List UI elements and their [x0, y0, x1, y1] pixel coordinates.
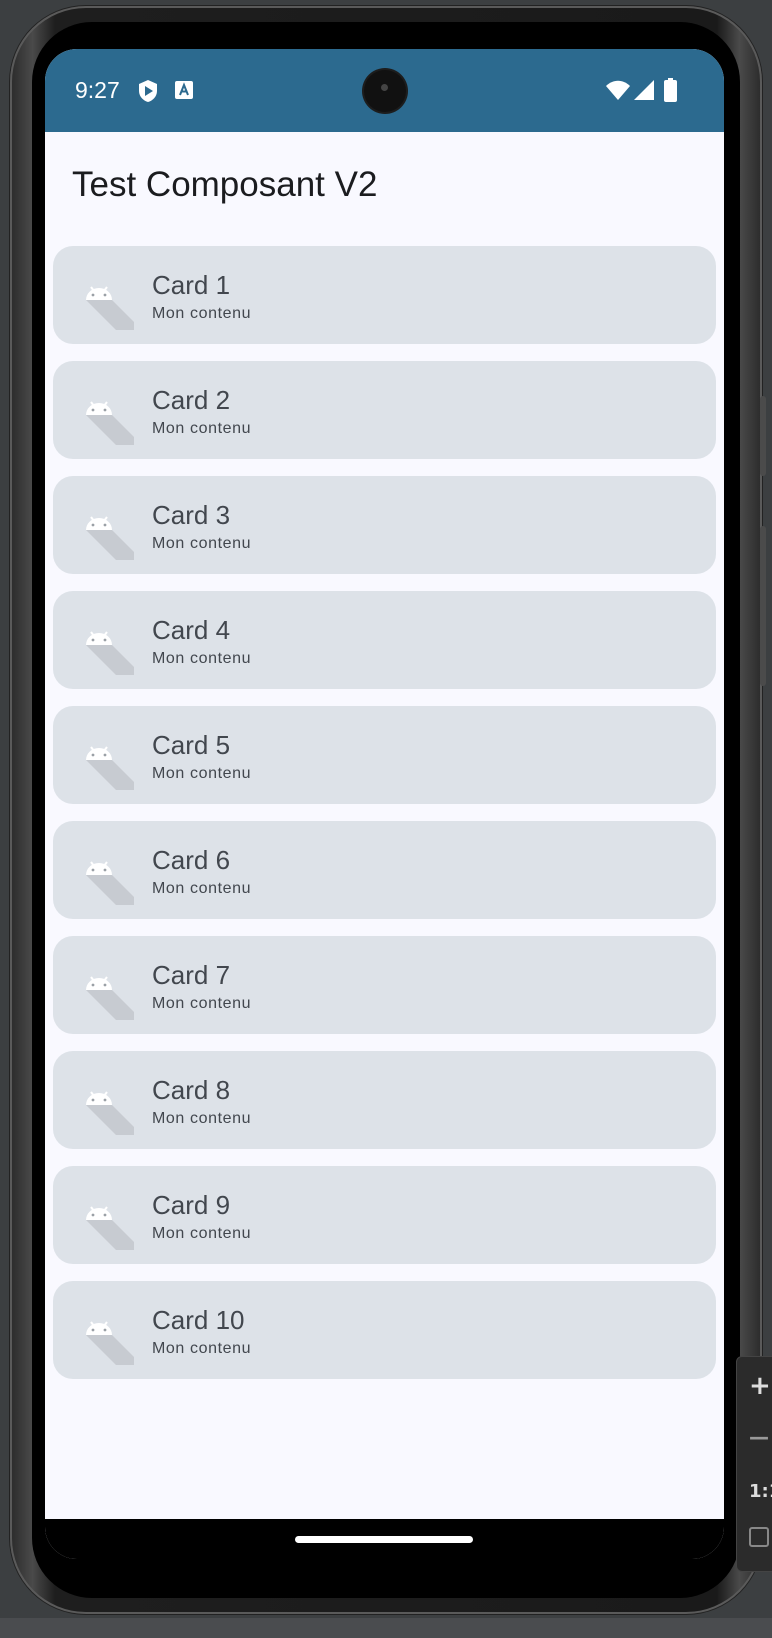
- zoom-out-button[interactable]: —: [749, 1425, 769, 1449]
- zoom-in-button[interactable]: +: [749, 1371, 771, 1401]
- card[interactable]: Card 1 Mon contenu: [53, 246, 716, 344]
- android-icon: [82, 508, 134, 560]
- navigation-bar: [45, 1519, 724, 1559]
- one-to-one-button[interactable]: 1:1: [749, 1481, 772, 1502]
- shield-play-icon: [137, 79, 159, 108]
- android-icon: [82, 968, 134, 1020]
- android-icon: [82, 853, 134, 905]
- card-subtitle: Mon contenu: [152, 765, 252, 782]
- emulator-toolbar: + — 1:1: [736, 1356, 772, 1572]
- card[interactable]: Card 6 Mon contenu: [53, 821, 716, 919]
- android-icon: [82, 1083, 134, 1135]
- android-icon: [82, 278, 134, 330]
- card[interactable]: Card 7 Mon contenu: [53, 936, 716, 1034]
- card[interactable]: Card 9 Mon contenu: [53, 1166, 716, 1264]
- card-title: Card 5: [152, 730, 231, 760]
- card-subtitle: Mon contenu: [152, 1225, 252, 1242]
- power-button: [760, 396, 766, 476]
- wifi-icon: [605, 79, 631, 106]
- card[interactable]: Card 5 Mon contenu: [53, 706, 716, 804]
- card-subtitle: Mon contenu: [152, 880, 252, 897]
- card-title: Card 1: [152, 270, 231, 300]
- card-subtitle: Mon contenu: [152, 1110, 252, 1127]
- card[interactable]: Card 3 Mon contenu: [53, 476, 716, 574]
- card-subtitle: Mon contenu: [152, 1340, 252, 1357]
- card-subtitle: Mon contenu: [152, 995, 252, 1012]
- card-title: Card 6: [152, 845, 231, 875]
- card-subtitle: Mon contenu: [152, 420, 252, 437]
- card-subtitle: Mon contenu: [152, 535, 252, 552]
- android-icon: [82, 623, 134, 675]
- android-icon: [82, 1313, 134, 1365]
- card-title: Card 4: [152, 615, 231, 645]
- card[interactable]: Card 4 Mon contenu: [53, 591, 716, 689]
- volume-button: [760, 526, 766, 686]
- fit-screen-icon[interactable]: [749, 1527, 769, 1547]
- card-subtitle: Mon contenu: [152, 650, 252, 667]
- signal-icon: [633, 79, 655, 106]
- emulator-bottom-strip: [0, 1618, 772, 1638]
- status-bar: 9:27: [45, 49, 724, 132]
- status-time: 9:27: [75, 77, 120, 103]
- phone-screen: 9:27 Test Composant V2 Card 1 Mon conten…: [45, 49, 724, 1559]
- card-title: Card 8: [152, 1075, 231, 1105]
- card-title: Card 9: [152, 1190, 231, 1220]
- battery-icon: [664, 78, 677, 107]
- text-a-icon: [175, 81, 193, 104]
- card-list[interactable]: Card 1 Mon contenu Card 2 Mon contenu Ca…: [53, 246, 716, 1396]
- card-title: Card 7: [152, 960, 231, 990]
- android-icon: [82, 1198, 134, 1250]
- android-icon: [82, 738, 134, 790]
- android-icon: [82, 393, 134, 445]
- app-title: Test Composant V2: [72, 165, 378, 204]
- card-title: Card 2: [152, 385, 231, 415]
- card[interactable]: Card 8 Mon contenu: [53, 1051, 716, 1149]
- card[interactable]: Card 10 Mon contenu: [53, 1281, 716, 1379]
- front-camera: [364, 70, 406, 112]
- card[interactable]: Card 2 Mon contenu: [53, 361, 716, 459]
- card-title: Card 10: [152, 1305, 245, 1335]
- card-subtitle: Mon contenu: [152, 305, 252, 322]
- home-gesture-handle[interactable]: [295, 1536, 473, 1543]
- card-title: Card 3: [152, 500, 231, 530]
